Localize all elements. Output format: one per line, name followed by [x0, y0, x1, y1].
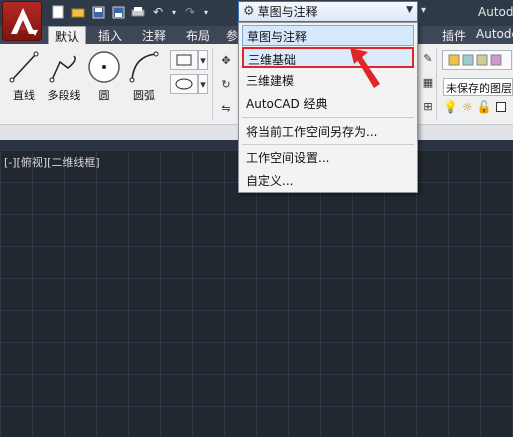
menu-item-autocad-classic[interactable]: AutoCAD 经典 — [242, 93, 414, 114]
dimension-icon[interactable]: ⊞ — [418, 96, 438, 116]
menu-item-customize[interactable]: 自定义... — [242, 170, 414, 191]
arc-icon — [129, 51, 159, 83]
ellipse-icon — [175, 78, 193, 90]
menu-item-workspace-settings[interactable]: 工作空间设置... — [242, 147, 414, 168]
red-annotation-arrow-icon — [350, 48, 380, 88]
chevron-down-icon[interactable]: ▾ — [198, 74, 208, 94]
menu-divider — [242, 144, 414, 145]
tab-autodesk[interactable]: Autodesk — [470, 26, 513, 44]
circle-tool-button[interactable]: 圆 — [84, 50, 124, 103]
sun-icon[interactable]: ☼ — [462, 100, 473, 114]
lightbulb-icon[interactable]: 💡 — [443, 100, 458, 114]
layer-state-combo[interactable]: 未保存的图层 — [443, 78, 513, 96]
menu-item-3d-modeling[interactable]: 三维建模 — [242, 70, 414, 91]
menu-item-save-workspace-as[interactable]: 将当前工作空间另存为... — [242, 121, 414, 142]
layer-properties-button[interactable] — [442, 50, 512, 70]
save-icon[interactable] — [90, 4, 106, 20]
drawing-canvas[interactable] — [0, 150, 513, 437]
line-tool-label: 直线 — [13, 89, 35, 102]
table-icon[interactable]: ▦ — [418, 72, 438, 92]
tab-annotate[interactable]: 注释 — [136, 26, 172, 44]
arc-tool-button[interactable]: 圆弧 — [124, 50, 164, 103]
mirror-tool-icon[interactable]: ⇋ — [216, 98, 236, 118]
panel-divider — [212, 48, 213, 120]
tab-layout[interactable]: 布局 — [180, 26, 216, 44]
application-menu-button[interactable]: ▼ — [2, 1, 42, 41]
lock-icon[interactable]: 🔓 — [477, 100, 492, 114]
rotate-tool-icon[interactable]: ↻ — [216, 74, 236, 94]
workspace-combo-value: 草图与注释 — [257, 5, 318, 19]
circle-icon — [88, 51, 120, 83]
workspace-dropdown-menu: 草图与注释 三维基础 三维建模 AutoCAD 经典 将当前工作空间另存为...… — [238, 22, 418, 193]
tab-plugins[interactable]: 插件 — [436, 26, 472, 44]
app-title: Autode — [478, 5, 513, 19]
chevron-down-icon[interactable]: ▾ — [198, 50, 208, 70]
new-file-icon[interactable] — [50, 4, 66, 20]
rectangle-tool-button[interactable] — [170, 50, 198, 70]
ellipse-tool-button[interactable] — [170, 74, 198, 94]
gear-icon: ⚙ — [243, 4, 255, 19]
circle-tool-label: 圆 — [98, 89, 110, 102]
viewport-controls-label[interactable]: [-][俯视][二维线框] — [4, 154, 100, 170]
line-tool-button[interactable]: 直线 — [4, 50, 44, 103]
color-swatch-icon[interactable] — [495, 102, 506, 112]
polyline-tool-button[interactable]: 多段线 — [44, 50, 84, 103]
line-icon — [9, 51, 39, 83]
chevron-down-icon[interactable]: ▼ — [406, 5, 413, 15]
chevron-down-icon[interactable]: ▾ — [202, 4, 210, 20]
print-icon[interactable] — [130, 4, 146, 20]
pencil-icon[interactable]: ✎ — [418, 48, 438, 68]
menu-item-3d-basics[interactable]: 三维基础 — [242, 47, 414, 68]
polyline-icon — [49, 55, 76, 83]
undo-icon[interactable]: ↶ — [150, 4, 166, 20]
rectangle-icon — [176, 54, 192, 66]
layer-icon-row: 💡 ☼ 🔓 — [443, 100, 506, 114]
chevron-down-icon: ▼ — [31, 28, 38, 37]
polyline-tool-label: 多段线 — [47, 89, 81, 102]
menu-divider — [242, 117, 414, 118]
redo-icon[interactable]: ↷ — [182, 4, 198, 20]
save-as-icon[interactable] — [110, 4, 126, 20]
tab-home[interactable]: 默认 — [48, 26, 87, 44]
chevron-down-icon[interactable]: ▾ — [170, 4, 178, 20]
move-tool-icon[interactable]: ✥ — [216, 50, 236, 70]
workspace-combo[interactable]: ⚙ 草图与注释 ▼ — [238, 1, 418, 22]
tab-insert[interactable]: 插入 — [92, 26, 128, 44]
customize-toolbar-icon[interactable]: ▾ — [421, 5, 426, 16]
layers-icon — [448, 54, 502, 66]
arc-tool-label: 圆弧 — [133, 89, 155, 102]
menu-item-drafting-annotation[interactable]: 草图与注释 — [242, 25, 414, 46]
quick-access-toolbar: ↶ ▾ ↷ ▾ — [50, 4, 210, 20]
open-folder-icon[interactable] — [70, 4, 86, 20]
